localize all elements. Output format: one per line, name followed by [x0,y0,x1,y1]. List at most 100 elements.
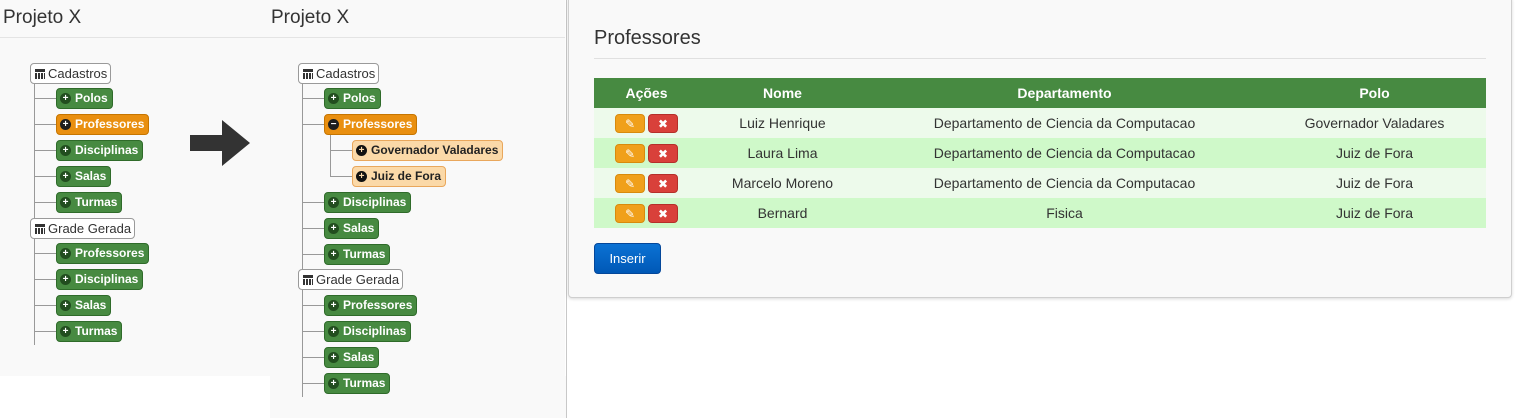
tree-node-cadastros[interactable]: Cadastros [30,63,112,84]
tree-node-professores-expanded[interactable]: − Professores [324,114,418,135]
pencil-icon: ✎ [624,176,636,191]
row-actions: ✎ ✖ [594,198,699,228]
plus-circle-icon: + [60,326,71,337]
plus-circle-icon: + [356,145,367,156]
plus-circle-icon: + [60,119,71,130]
plus-circle-icon: + [60,93,71,104]
cell-polo: Juiz de Fora [1263,198,1486,228]
delete-button[interactable]: ✖ [648,143,678,163]
tree-node-grade-salas[interactable]: + Salas [324,347,380,368]
plus-circle-icon: + [328,352,339,363]
column-header-departamento: Departamento [866,78,1263,108]
cell-departamento: Departamento de Ciencia da Computacao [866,138,1263,168]
tree-node-grade-disciplinas[interactable]: + Disciplinas [56,269,144,290]
column-header-nome: Nome [699,78,866,108]
tree-node-grade-salas[interactable]: + Salas [56,295,112,316]
plus-circle-icon: + [328,326,339,337]
calendar-icon [35,223,45,234]
table-row: ✎ ✖ Marcelo Moreno Departamento de Cienci… [594,168,1486,198]
card-title: Professores [594,27,701,49]
row-actions: ✎ ✖ [594,108,699,138]
tree-node-grade-disciplinas[interactable]: + Disciplinas [324,321,412,342]
x-icon: ✖ [657,116,669,131]
pencil-icon: ✎ [624,146,636,161]
plus-circle-icon: + [328,300,339,311]
tree-node-juiz-de-fora[interactable]: + Juiz de Fora [352,166,447,187]
calendar-icon [303,274,313,285]
tree-node-grade-gerada[interactable]: Grade Gerada [298,269,404,290]
edit-button[interactable]: ✎ [615,173,645,193]
x-icon: ✖ [657,146,669,161]
edit-button[interactable]: ✎ [615,203,645,223]
cell-nome: Luiz Henrique [699,108,866,138]
delete-button[interactable]: ✖ [648,173,678,193]
plus-circle-icon: + [60,248,71,259]
minus-circle-icon: − [328,119,339,130]
cell-departamento: Departamento de Ciencia da Computacao [866,168,1263,198]
plus-circle-icon: + [328,378,339,389]
tree-node-grade-gerada[interactable]: Grade Gerada [30,218,136,239]
tree-node-grade-turmas[interactable]: + Turmas [56,321,123,342]
delete-button[interactable]: ✖ [648,203,678,223]
tree-node-turmas[interactable]: + Turmas [324,244,391,265]
cell-nome: Marcelo Moreno [699,168,866,198]
arrow-right-icon [190,120,250,166]
table-row: ✎ ✖ Laura Lima Departamento de Ciencia da… [594,138,1486,168]
plus-circle-icon: + [328,197,339,208]
plus-circle-icon: + [60,274,71,285]
tree-node-polos[interactable]: + Polos [56,88,113,109]
pencil-icon: ✎ [624,206,636,221]
x-icon: ✖ [657,206,669,221]
plus-circle-icon: + [328,93,339,104]
cell-departamento: Departamento de Ciencia da Computacao [866,108,1263,138]
table-header-row: Ações Nome Departamento Polo [594,78,1486,108]
cell-polo: Governador Valadares [1263,108,1486,138]
cell-nome: Bernard [699,198,866,228]
plus-circle-icon: + [328,249,339,260]
pencil-icon: ✎ [624,116,636,131]
calendar-icon [303,68,313,79]
edit-button[interactable]: ✎ [615,113,645,133]
calendar-icon [35,68,45,79]
table-row: ✎ ✖ Bernard Fisica Juiz de Fora [594,198,1486,228]
column-header-acoes: Ações [594,78,699,108]
x-icon: ✖ [657,176,669,191]
cell-nome: Laura Lima [699,138,866,168]
table-row: ✎ ✖ Luiz Henrique Departamento de Ciencia… [594,108,1486,138]
plus-circle-icon: + [60,145,71,156]
column-header-polo: Polo [1263,78,1486,108]
tree-node-salas[interactable]: + Salas [324,218,380,239]
professores-table: Ações Nome Departamento Polo ✎ ✖ Luiz Hen… [594,78,1486,228]
tree-node-turmas[interactable]: + Turmas [56,192,123,213]
insert-button[interactable]: Inserir [594,243,661,274]
card-divider [594,58,1486,59]
header-divider [0,37,565,38]
tree-node-professores[interactable]: + Professores [56,114,150,135]
tree-node-grade-turmas[interactable]: + Turmas [324,373,391,394]
tree-node-disciplinas[interactable]: + Disciplinas [56,140,144,161]
project-title-right: Projeto X [271,7,350,28]
tree-node-polos[interactable]: + Polos [324,88,381,109]
plus-circle-icon: + [60,300,71,311]
tree-node-salas[interactable]: + Salas [56,166,112,187]
tree-node-grade-professores[interactable]: + Professores [324,295,418,316]
row-actions: ✎ ✖ [594,168,699,198]
tree-node-grade-professores[interactable]: + Professores [56,243,150,264]
row-actions: ✎ ✖ [594,138,699,168]
delete-button[interactable]: ✖ [648,113,678,133]
panel-divider [566,0,567,418]
plus-circle-icon: + [328,223,339,234]
tree-node-disciplinas[interactable]: + Disciplinas [324,192,412,213]
plus-circle-icon: + [60,197,71,208]
cell-departamento: Fisica [866,198,1263,228]
plus-circle-icon: + [356,171,367,182]
cell-polo: Juiz de Fora [1263,138,1486,168]
cell-polo: Juiz de Fora [1263,168,1486,198]
edit-button[interactable]: ✎ [615,143,645,163]
plus-circle-icon: + [60,171,71,182]
tree-node-governador-valadares[interactable]: + Governador Valadares [352,140,504,161]
professores-card: Professores Ações Nome Departamento Polo… [568,0,1512,298]
tree-panel-collapsed [0,0,565,376]
project-title-left: Projeto X [3,7,82,28]
tree-node-cadastros-expanded[interactable]: Cadastros [298,63,380,84]
